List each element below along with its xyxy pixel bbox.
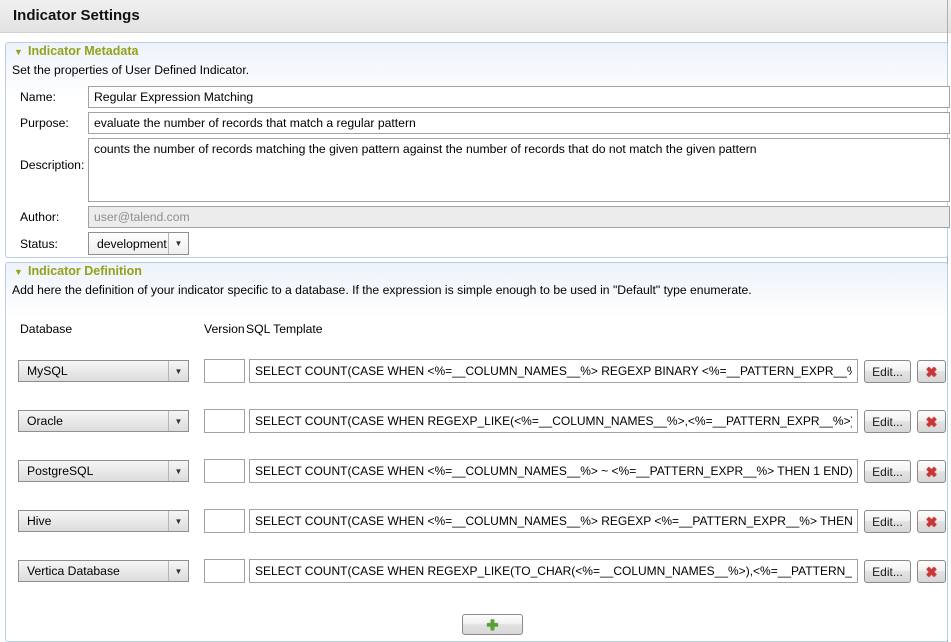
delete-button[interactable]: ✖ (917, 460, 946, 483)
column-header-database: Database (20, 322, 72, 336)
metadata-section-title[interactable]: Indicator Metadata (28, 44, 138, 58)
delete-icon: ✖ (926, 365, 938, 379)
column-header-sql-template: SQL Template (246, 322, 323, 336)
add-definition-button[interactable]: ✚ (462, 614, 523, 635)
version-input[interactable] (204, 409, 245, 433)
status-select-value: development (89, 237, 168, 251)
description-textarea[interactable]: counts the number of records matching th… (88, 138, 950, 202)
definition-section (5, 262, 948, 642)
edit-button-label: Edit... (872, 365, 903, 379)
sql-template-input[interactable] (249, 559, 858, 583)
database-select-value: Vertica Database (19, 564, 168, 578)
edit-button-label: Edit... (872, 565, 903, 579)
chevron-down-icon[interactable]: ▼ (168, 561, 188, 581)
edit-button-label: Edit... (872, 415, 903, 429)
database-select-value: PostgreSQL (19, 464, 168, 478)
edit-button[interactable]: Edit... (864, 460, 911, 483)
database-select[interactable]: PostgreSQL ▼ (18, 460, 189, 482)
version-input[interactable] (204, 459, 245, 483)
sql-template-input[interactable] (249, 459, 858, 483)
status-label: Status: (20, 237, 58, 251)
name-label: Name: (20, 90, 56, 104)
delete-button[interactable]: ✖ (917, 360, 946, 383)
delete-icon: ✖ (926, 415, 938, 429)
author-label: Author: (20, 210, 59, 224)
database-select[interactable]: MySQL ▼ (18, 360, 189, 382)
description-label: Description: (20, 158, 84, 172)
status-select[interactable]: development ▼ (88, 232, 189, 255)
sql-template-input[interactable] (249, 509, 858, 533)
database-select[interactable]: Hive ▼ (18, 510, 189, 532)
delete-button[interactable]: ✖ (917, 560, 946, 583)
delete-icon: ✖ (926, 565, 938, 579)
add-icon: ✚ (487, 618, 499, 632)
definition-section-title[interactable]: Indicator Definition (28, 264, 142, 278)
chevron-down-icon[interactable]: ▼ (168, 361, 188, 381)
metadata-collapse-icon[interactable]: ▼ (14, 46, 23, 58)
delete-icon: ✖ (926, 515, 938, 529)
author-input (88, 206, 950, 228)
version-input[interactable] (204, 359, 245, 383)
edit-button-label: Edit... (872, 515, 903, 529)
edit-button[interactable]: Edit... (864, 560, 911, 583)
database-select[interactable]: Oracle ▼ (18, 410, 189, 432)
edit-button[interactable]: Edit... (864, 360, 911, 383)
delete-button[interactable]: ✖ (917, 410, 946, 433)
purpose-input[interactable] (88, 112, 950, 134)
delete-icon: ✖ (926, 465, 938, 479)
name-input[interactable] (88, 86, 950, 108)
metadata-section-subtitle: Set the properties of User Defined Indic… (12, 63, 249, 77)
database-select[interactable]: Vertica Database ▼ (18, 560, 189, 582)
version-input[interactable] (204, 559, 245, 583)
chevron-down-icon[interactable]: ▼ (168, 411, 188, 431)
sql-template-input[interactable] (249, 409, 858, 433)
definition-collapse-icon[interactable]: ▼ (14, 266, 23, 278)
edit-button[interactable]: Edit... (864, 510, 911, 533)
column-header-version: Version (204, 322, 245, 336)
sql-template-input[interactable] (249, 359, 858, 383)
title-bar: Indicator Settings (0, 0, 951, 33)
edit-button-label: Edit... (872, 465, 903, 479)
delete-button[interactable]: ✖ (917, 510, 946, 533)
page-title: Indicator Settings (13, 0, 140, 32)
version-input[interactable] (204, 509, 245, 533)
chevron-down-icon[interactable]: ▼ (168, 511, 188, 531)
chevron-down-icon[interactable]: ▼ (168, 461, 188, 481)
chevron-down-icon[interactable]: ▼ (168, 233, 188, 254)
database-select-value: Hive (19, 514, 168, 528)
edit-button[interactable]: Edit... (864, 410, 911, 433)
indicator-settings-page: Indicator Settings ▼ Indicator Metadata … (0, 0, 951, 642)
database-select-value: Oracle (19, 414, 168, 428)
definition-section-subtitle: Add here the definition of your indicato… (12, 283, 752, 297)
purpose-label: Purpose: (20, 116, 69, 130)
database-select-value: MySQL (19, 364, 168, 378)
